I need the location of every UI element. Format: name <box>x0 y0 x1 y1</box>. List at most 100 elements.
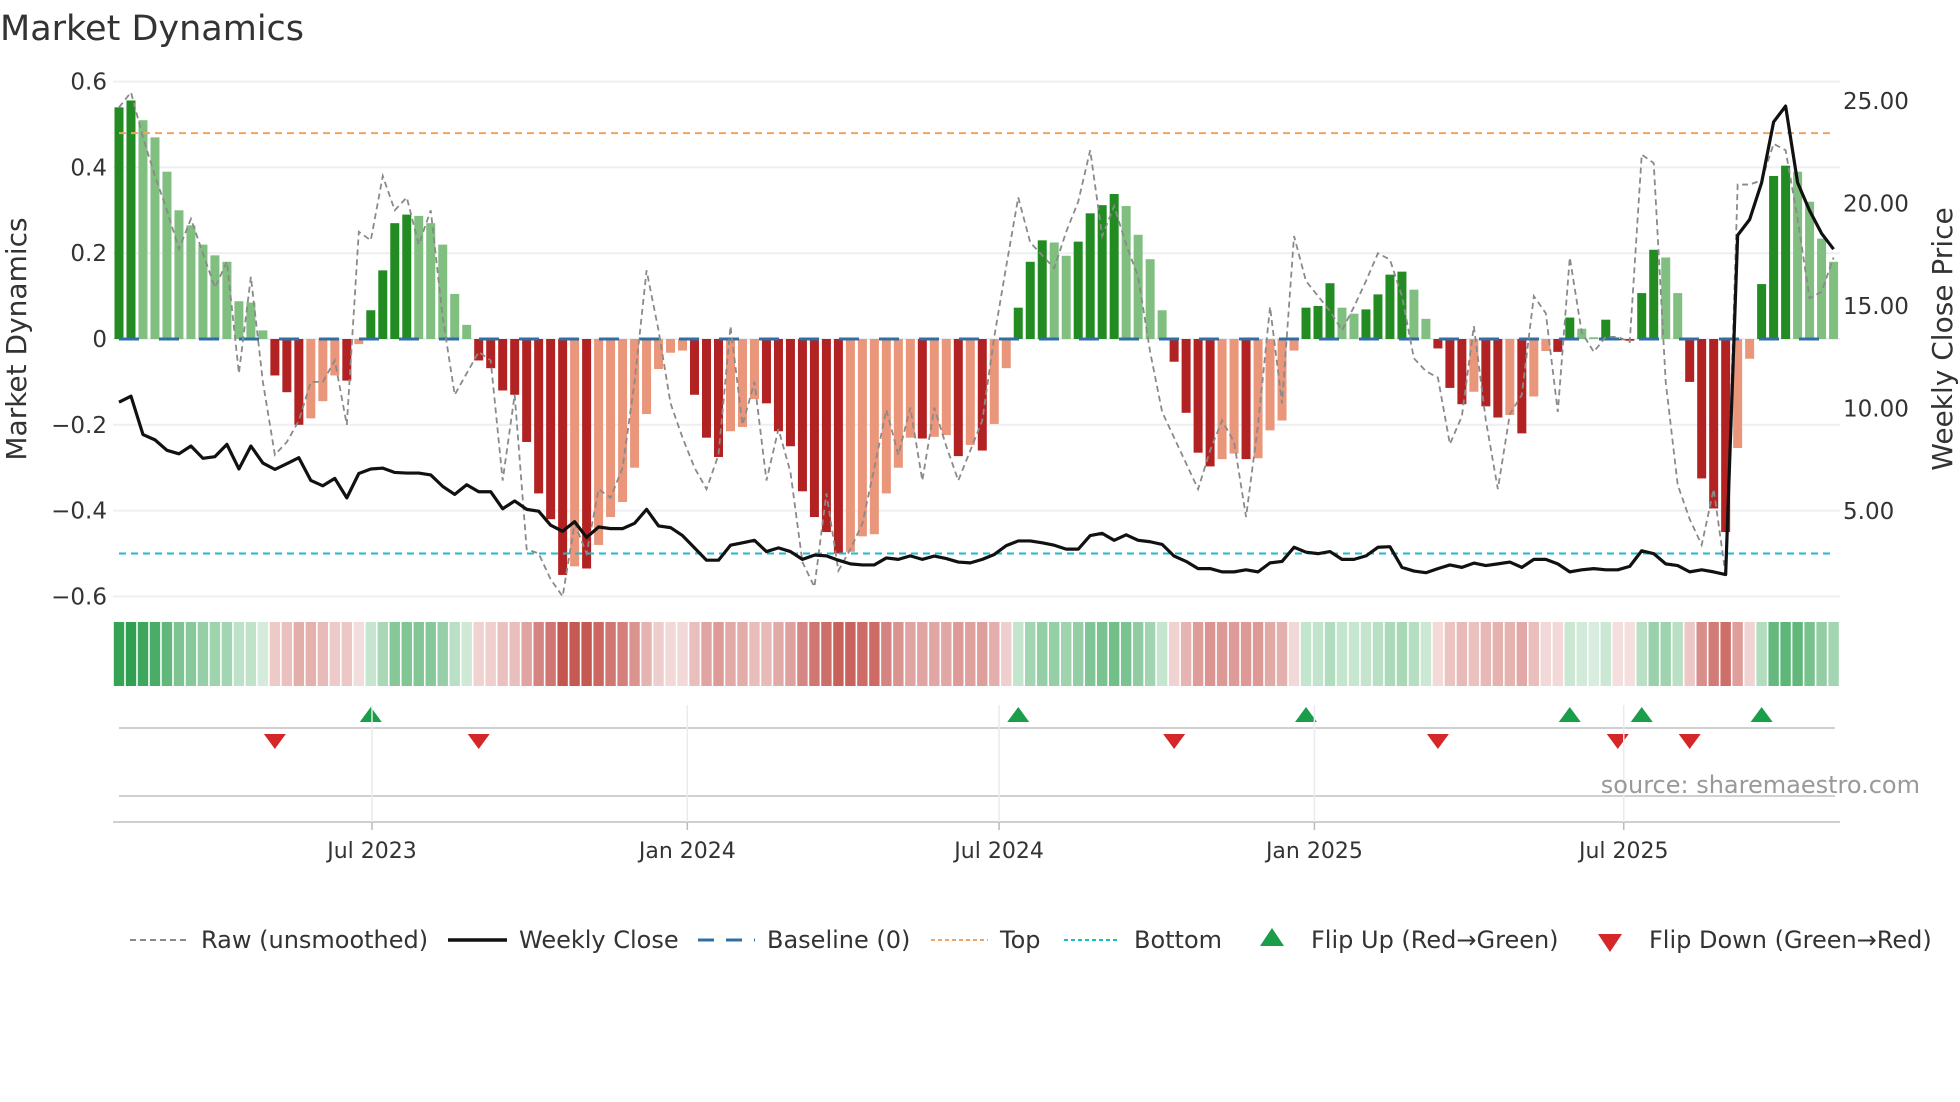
band-cell <box>257 622 269 686</box>
bar <box>150 137 160 339</box>
band-cell <box>221 622 233 686</box>
bar <box>1337 307 1347 339</box>
bar <box>510 339 520 395</box>
band-cell <box>665 622 676 686</box>
band-cell <box>1828 622 1839 686</box>
band-cell <box>1408 622 1420 686</box>
band-cell <box>953 622 964 686</box>
regime-band <box>113 622 1839 686</box>
bar <box>306 339 316 419</box>
band-cell <box>653 622 664 686</box>
band-cell <box>485 622 496 686</box>
band-cell <box>329 622 341 686</box>
bar <box>965 339 975 445</box>
x-tick-label: Jul 2024 <box>952 839 1044 864</box>
bar <box>318 339 328 402</box>
bar <box>450 293 460 339</box>
flip-up-marker <box>1630 707 1653 722</box>
band-cell <box>1684 622 1695 686</box>
band-cell <box>401 622 412 686</box>
band-cell <box>209 622 221 686</box>
flip-up-icon <box>1260 928 1284 946</box>
left-axis-ticks: 0.6 0.4 0.2 0 −0.2 −0.4 −0.6 <box>51 70 107 611</box>
bar <box>1373 294 1383 339</box>
bar <box>1073 241 1083 339</box>
band-cell <box>1204 622 1216 686</box>
bar <box>390 223 400 339</box>
band-cell <box>725 622 736 686</box>
band-cell <box>1756 622 1767 686</box>
legend-label: Flip Up (Red→Green) <box>1311 926 1559 954</box>
y2-tick-label: 5.00 <box>1843 499 1894 525</box>
y2-tick-label: 15.00 <box>1843 294 1909 320</box>
band-cell <box>1444 622 1456 686</box>
band-cell <box>1432 622 1444 686</box>
band-cell <box>1816 622 1827 686</box>
band-cell <box>1300 622 1312 686</box>
bar <box>1493 339 1503 418</box>
flip-up-marker <box>1007 707 1030 722</box>
band-cell <box>1492 622 1504 686</box>
bar <box>1265 339 1275 431</box>
band-cell <box>1396 622 1408 686</box>
bar <box>929 339 939 437</box>
bar <box>174 210 184 339</box>
band-cell <box>1600 622 1611 686</box>
band-cell <box>629 622 640 686</box>
band-cell <box>1156 622 1168 686</box>
band-cell <box>281 622 293 686</box>
chart-title: Market Dynamics <box>0 9 304 49</box>
band-cell <box>461 622 472 686</box>
band-cell <box>341 622 353 686</box>
band-cell <box>977 622 988 686</box>
bar <box>1241 339 1251 460</box>
band-cell <box>509 622 520 686</box>
band-cell <box>1516 622 1528 686</box>
band-cell <box>377 622 388 686</box>
band-cell <box>1096 622 1108 686</box>
x-tick-label: Jul 2025 <box>1577 839 1669 864</box>
bar <box>330 339 340 376</box>
bar <box>1085 213 1095 339</box>
band-cell <box>1360 622 1372 686</box>
legend-item-top: Top <box>931 926 1041 954</box>
legend-item-close: Weekly Close <box>448 926 679 954</box>
bar <box>989 339 999 424</box>
bar <box>282 339 292 393</box>
bar <box>1397 271 1407 339</box>
band-cell <box>1612 622 1623 686</box>
flip-down-marker <box>263 734 286 749</box>
bar <box>1013 307 1023 339</box>
band-cell <box>1672 622 1683 686</box>
band-cell <box>677 622 688 686</box>
band-cell <box>1804 622 1815 686</box>
band-cell <box>1660 622 1671 686</box>
bar <box>1193 339 1203 453</box>
bar <box>546 339 556 520</box>
bar <box>294 339 304 425</box>
band-cell <box>881 622 892 686</box>
band-cell <box>1084 622 1096 686</box>
bar <box>737 339 747 427</box>
bar <box>1649 249 1659 339</box>
y-tick-label: 0.6 <box>70 70 107 96</box>
flip-down-marker <box>1426 734 1449 749</box>
bar <box>1829 261 1839 339</box>
bar <box>1409 289 1419 339</box>
band-cell <box>125 622 137 686</box>
bar <box>1421 318 1431 339</box>
band-cell <box>1696 622 1707 686</box>
band-cell <box>269 622 281 686</box>
band-cell <box>1564 622 1575 686</box>
bar <box>138 120 148 340</box>
band-cell <box>1780 622 1791 686</box>
band-cell <box>1792 622 1803 686</box>
bar <box>1349 313 1359 339</box>
legend-label: Baseline (0) <box>767 926 910 954</box>
band-cell <box>821 622 832 686</box>
bar <box>594 339 604 545</box>
bar <box>1061 255 1071 339</box>
band-cell <box>641 622 652 686</box>
y-tick-label: 0 <box>92 327 107 353</box>
bar <box>558 339 568 575</box>
